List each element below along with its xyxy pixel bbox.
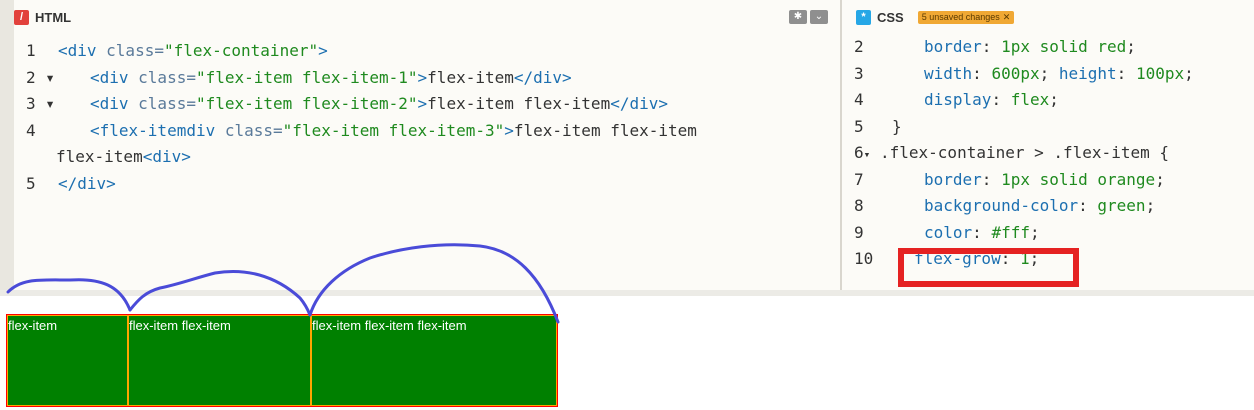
line-number: 8 (854, 196, 864, 215)
fold-arrow-icon: ▾ (45, 67, 55, 87)
line-number: 9 (854, 222, 864, 242)
html-editor-panel: / HTML ✱ ⌄ 1 <div class="flex-container"… (0, 0, 842, 290)
code-line: 7 border: 1px solid orange; (854, 167, 1254, 194)
css-editor-panel: * CSS 5 unsaved changes ✕ 2 border: 1px … (842, 0, 1254, 290)
fold-arrow-icon: ▾ (45, 94, 55, 113)
tab-html-label: HTML (35, 9, 72, 25)
code-line: 3 ▾ <div class="flex-item flex-item-2">f… (26, 91, 826, 118)
code-line: 9 color: #fff; (854, 220, 1254, 247)
unsaved-changes-badge[interactable]: 5 unsaved changes ✕ (917, 10, 1015, 24)
css-badge-icon: * (856, 9, 871, 25)
line-number: 1 (26, 41, 36, 60)
html-tabbar: / HTML ✱ ⌄ (14, 0, 842, 34)
chevron-down-icon[interactable]: ⌄ (810, 10, 828, 24)
code-line: 1 <div class="flex-container"> (26, 38, 826, 65)
code-line: 5 } (854, 114, 1254, 141)
line-number: 4 (26, 120, 36, 140)
line-number: 4 (854, 90, 864, 109)
html-badge-icon: / (14, 9, 29, 25)
left-gutter (0, 0, 14, 290)
tab-html[interactable]: / HTML (14, 9, 72, 25)
flex-item-3: flex-item flex-item flex-item (311, 315, 557, 406)
code-line: 4 <flex-itemdiv class="flex-item flex-it… (26, 118, 826, 145)
fold-arrow-icon: ▾ (863, 148, 871, 161)
flex-item-1: flex-item (7, 315, 128, 406)
flex-container-preview: flex-item flex-item flex-item flex-item … (6, 314, 558, 407)
code-line: 8 background-color: green; (854, 193, 1254, 220)
flex-item-2: flex-item flex-item (128, 315, 311, 406)
code-line: 2 ▾ <div class="flex-item flex-item-1">f… (26, 65, 826, 92)
css-code[interactable]: 2 border: 1px solid red; 3 width: 600px;… (854, 34, 1254, 273)
line-number: 5 (26, 173, 36, 193)
annotation-highlight-box (898, 248, 1079, 287)
code-line: 3 width: 600px; height: 100px; (854, 61, 1254, 88)
code-line: 2 border: 1px solid red; (854, 34, 1254, 61)
tab-css-label: CSS (877, 9, 904, 25)
line-number: 10 (854, 249, 874, 268)
gear-icon[interactable]: ✱ (789, 10, 807, 24)
code-line: 4 display: flex; (854, 87, 1254, 114)
html-tools: ✱ ⌄ (789, 10, 828, 24)
line-number: 3 ▾ (26, 94, 55, 113)
code-line: flex-item<div> (26, 144, 826, 171)
code-line: 6▾ .flex-container > .flex-item { (854, 140, 1254, 167)
line-number: 7 (854, 169, 864, 189)
code-line: 5 </div> (26, 171, 826, 198)
line-number: 5 (854, 116, 864, 136)
line-number: 3 (854, 63, 864, 83)
line-number: 2 (854, 37, 864, 56)
editor-resize-bar[interactable] (0, 290, 1254, 296)
line-number: 2 ▾ (26, 67, 55, 87)
tab-css[interactable]: * CSS 5 unsaved changes ✕ (856, 9, 1015, 25)
css-tabbar: * CSS 5 unsaved changes ✕ (856, 0, 1254, 34)
close-icon[interactable]: ✕ (1003, 12, 1011, 23)
html-code[interactable]: 1 <div class="flex-container"> 2 ▾ <div … (26, 38, 826, 197)
